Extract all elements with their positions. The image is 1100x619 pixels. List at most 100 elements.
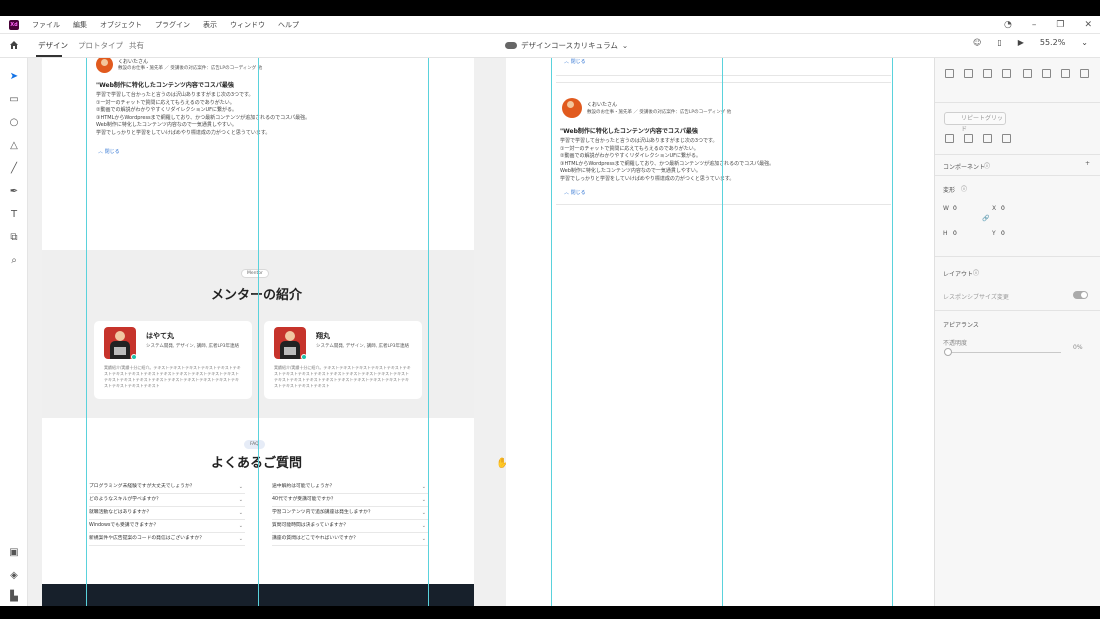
- close-icon[interactable]: ✕: [1084, 20, 1092, 30]
- menu-file[interactable]: ファイル: [32, 20, 60, 30]
- menu-view[interactable]: 表示: [203, 20, 217, 30]
- artboard-desktop[interactable]: くおいたさん 敷設のお仕事・施先革 ／ 受講後の対応案件：広告LPのコーディング…: [42, 58, 474, 606]
- menu-edit[interactable]: 編集: [73, 20, 87, 30]
- faq-question[interactable]: 途中解約は可能でしょうか？ ⌄: [272, 481, 428, 494]
- text-tool-icon[interactable]: T: [8, 208, 20, 220]
- distribute-horizontal-icon[interactable]: [1080, 69, 1089, 78]
- cloud-icon: [505, 42, 517, 49]
- layout-guide: [551, 58, 552, 606]
- mentor-card[interactable]: 翔丸 システム開発, デザイン, 講師, 広者LP3年連絡 実績紹介/実績十分に…: [264, 321, 422, 399]
- zoom-chevron-icon[interactable]: ⌄: [1081, 38, 1088, 47]
- mentor-card[interactable]: はやて丸 システム開発, デザイン, 講師, 広者LP3年連絡 実績紹介/実績十…: [94, 321, 252, 399]
- minimize-icon[interactable]: –: [1032, 20, 1037, 30]
- home-icon[interactable]: [9, 40, 19, 50]
- faq-question[interactable]: 講座の質問はどこでやればいいですか？ ⌄: [272, 533, 428, 546]
- faq-question-text: 学習コンテンツ内で追加講座は発生しますか？: [272, 510, 373, 515]
- width-field[interactable]: 0: [953, 205, 957, 212]
- artboard-mobile[interactable]: ︿ 閉じる くおいたさん 敷設のお仕事・施先革 ／ 受講後の対応案件：広告LPの…: [506, 58, 934, 606]
- rectangle-tool-icon[interactable]: ▭: [8, 93, 20, 105]
- ellipse-tool-icon[interactable]: ○: [8, 116, 20, 128]
- add-component-icon[interactable]: +: [1085, 160, 1090, 167]
- account-icon[interactable]: ☺: [973, 38, 981, 47]
- online-status-dot: [131, 354, 137, 360]
- divider: [556, 204, 891, 205]
- close-review-link[interactable]: ︿ 閉じる: [98, 147, 120, 155]
- chevron-down-icon: ⌄: [238, 523, 243, 529]
- play-icon[interactable]: ▶: [1018, 38, 1024, 47]
- review-body: 学習で学習して台かったと言うのは沢山ありますがまじ次の3つです。 ①一対一のチャ…: [560, 138, 860, 183]
- device-preview-icon[interactable]: ▯: [997, 38, 1001, 47]
- mentor-bio: 実績紹介/実績十分に紹介。テキストテキストテキストテキストテキストテキストテキス…: [274, 365, 411, 388]
- faq-question[interactable]: プログラミング未経験ですが大丈夫でしょうか？ ⌄: [89, 481, 245, 494]
- faq-question[interactable]: Windowsでも受講できますか？ ⌄: [89, 520, 245, 533]
- faq-question-text: 講座の質問はどこでやればいいですか？: [272, 536, 359, 541]
- review-line: 学習でしっかりと学習をしていけばめやり標達成の力がつくと思うています。: [96, 129, 271, 136]
- menu-help[interactable]: ヘルプ: [278, 20, 299, 30]
- tab-design[interactable]: デザイン: [38, 40, 68, 51]
- menu-object[interactable]: オブジェクト: [100, 20, 142, 30]
- faq-question[interactable]: 学習コンテンツ内で追加講座は発生しますか？ ⌄: [272, 507, 428, 520]
- close-review-link-top[interactable]: ︿ 閉じる: [564, 58, 586, 65]
- align-right-icon[interactable]: [1061, 69, 1070, 78]
- chevron-up-icon: ︿: [564, 59, 571, 65]
- divider: [935, 256, 1100, 257]
- artboard-tool-icon[interactable]: ⧉: [8, 231, 20, 243]
- distribute-vertical-icon[interactable]: [1002, 69, 1011, 78]
- review-line: 学習で学習して台かったと言うのは沢山ありますがまじ次の3つです。: [96, 92, 254, 98]
- component-label: コンポーネント: [943, 164, 986, 171]
- faq-question-text: 40代ですが受講可能ですか？: [272, 497, 336, 502]
- boolean-subtract-icon[interactable]: [964, 134, 973, 143]
- lock-aspect-icon[interactable]: 🔗: [982, 215, 989, 222]
- menu-window[interactable]: ウィンドウ: [230, 20, 265, 30]
- document-title[interactable]: デザインコースカリキュラム ⌄: [505, 40, 628, 51]
- line-tool-icon[interactable]: ╱: [8, 162, 20, 174]
- mentor-name: はやて丸: [146, 332, 174, 340]
- boolean-intersect-icon[interactable]: [983, 134, 992, 143]
- chevron-down-icon: ⌄: [238, 510, 243, 516]
- menu-plugins[interactable]: プラグイン: [155, 20, 190, 30]
- zoom-level[interactable]: 55.2%: [1040, 38, 1065, 47]
- tab-prototype[interactable]: プロトタイプ: [78, 40, 123, 51]
- boolean-exclude-icon[interactable]: [1002, 134, 1011, 143]
- select-tool-icon[interactable]: ➤: [8, 70, 20, 82]
- plugins-icon[interactable]: ▙: [8, 590, 20, 602]
- tab-share[interactable]: 共有: [129, 40, 144, 51]
- repeat-grid-button[interactable]: リピートグリッド: [944, 112, 1006, 133]
- mentor-section-title: メンターの紹介: [211, 288, 303, 303]
- restore-icon[interactable]: ❐: [1056, 20, 1064, 30]
- pen-tool-icon[interactable]: ✒: [8, 185, 20, 197]
- faq-question[interactable]: 40代ですが受講可能ですか？ ⌄: [272, 494, 428, 507]
- opacity-slider-handle[interactable]: [944, 348, 952, 356]
- user-icon[interactable]: ◔: [1004, 20, 1012, 30]
- polygon-tool-icon[interactable]: △: [8, 139, 20, 151]
- canvas[interactable]: くおいたさん 敷設のお仕事・施先革 ／ 受講後の対応案件：広告LPのコーディング…: [28, 58, 934, 606]
- faq-question[interactable]: どのようなスキルが学べますか？ ⌄: [89, 494, 245, 507]
- layers-icon[interactable]: ◈: [8, 569, 20, 581]
- faq-question[interactable]: 就職活動などはありますか？ ⌄: [89, 507, 245, 520]
- y-field[interactable]: 0: [1001, 230, 1005, 237]
- faq-question[interactable]: 質問可能時間は決まっていますか？ ⌄: [272, 520, 428, 533]
- close-link-label: 閉じる: [570, 190, 586, 196]
- opacity-value[interactable]: 0%: [1073, 344, 1083, 351]
- close-review-link[interactable]: ︿ 閉じる: [564, 188, 586, 196]
- document-assets-icon[interactable]: ▣: [8, 546, 20, 558]
- align-left-icon[interactable]: [1023, 69, 1032, 78]
- responsive-resize-toggle[interactable]: [1073, 291, 1088, 299]
- opacity-slider-track[interactable]: [949, 352, 1061, 353]
- review-line: Web制作に特化したコンテンツ内容なので一気通貫しやすい。: [560, 168, 701, 174]
- align-middle-icon[interactable]: [964, 69, 973, 78]
- x-field[interactable]: 0: [1001, 205, 1005, 212]
- align-top-icon[interactable]: [945, 69, 954, 78]
- mode-tabbar: デザイン プロトタイプ 共有 デザインコースカリキュラム ⌄ ☺ ▯ ▶ 55.…: [0, 34, 1100, 58]
- x-label: X: [992, 205, 997, 212]
- chevron-down-icon: ⌄: [421, 484, 426, 490]
- review-body: 学習で学習して台かったと言うのは沢山ありますがまじ次の3つです。 ①一対一のチャ…: [96, 92, 396, 137]
- boolean-add-icon[interactable]: [945, 134, 954, 143]
- align-center-icon[interactable]: [1042, 69, 1051, 78]
- align-bottom-icon[interactable]: [983, 69, 992, 78]
- faq-question[interactable]: 新規案件や広告提案のコードの発信はございますか？ ⌄: [89, 533, 245, 546]
- zoom-tool-icon[interactable]: ⌕: [8, 254, 20, 266]
- height-field[interactable]: 0: [953, 230, 957, 237]
- review-line: ②動画での解説がわかりやすくリダイレクションUFに繋がる。: [560, 153, 702, 159]
- review-author-role: 敷設のお仕事・施先革 ／ 受講後の対応案件：広告LPのコーディング 他: [587, 110, 732, 115]
